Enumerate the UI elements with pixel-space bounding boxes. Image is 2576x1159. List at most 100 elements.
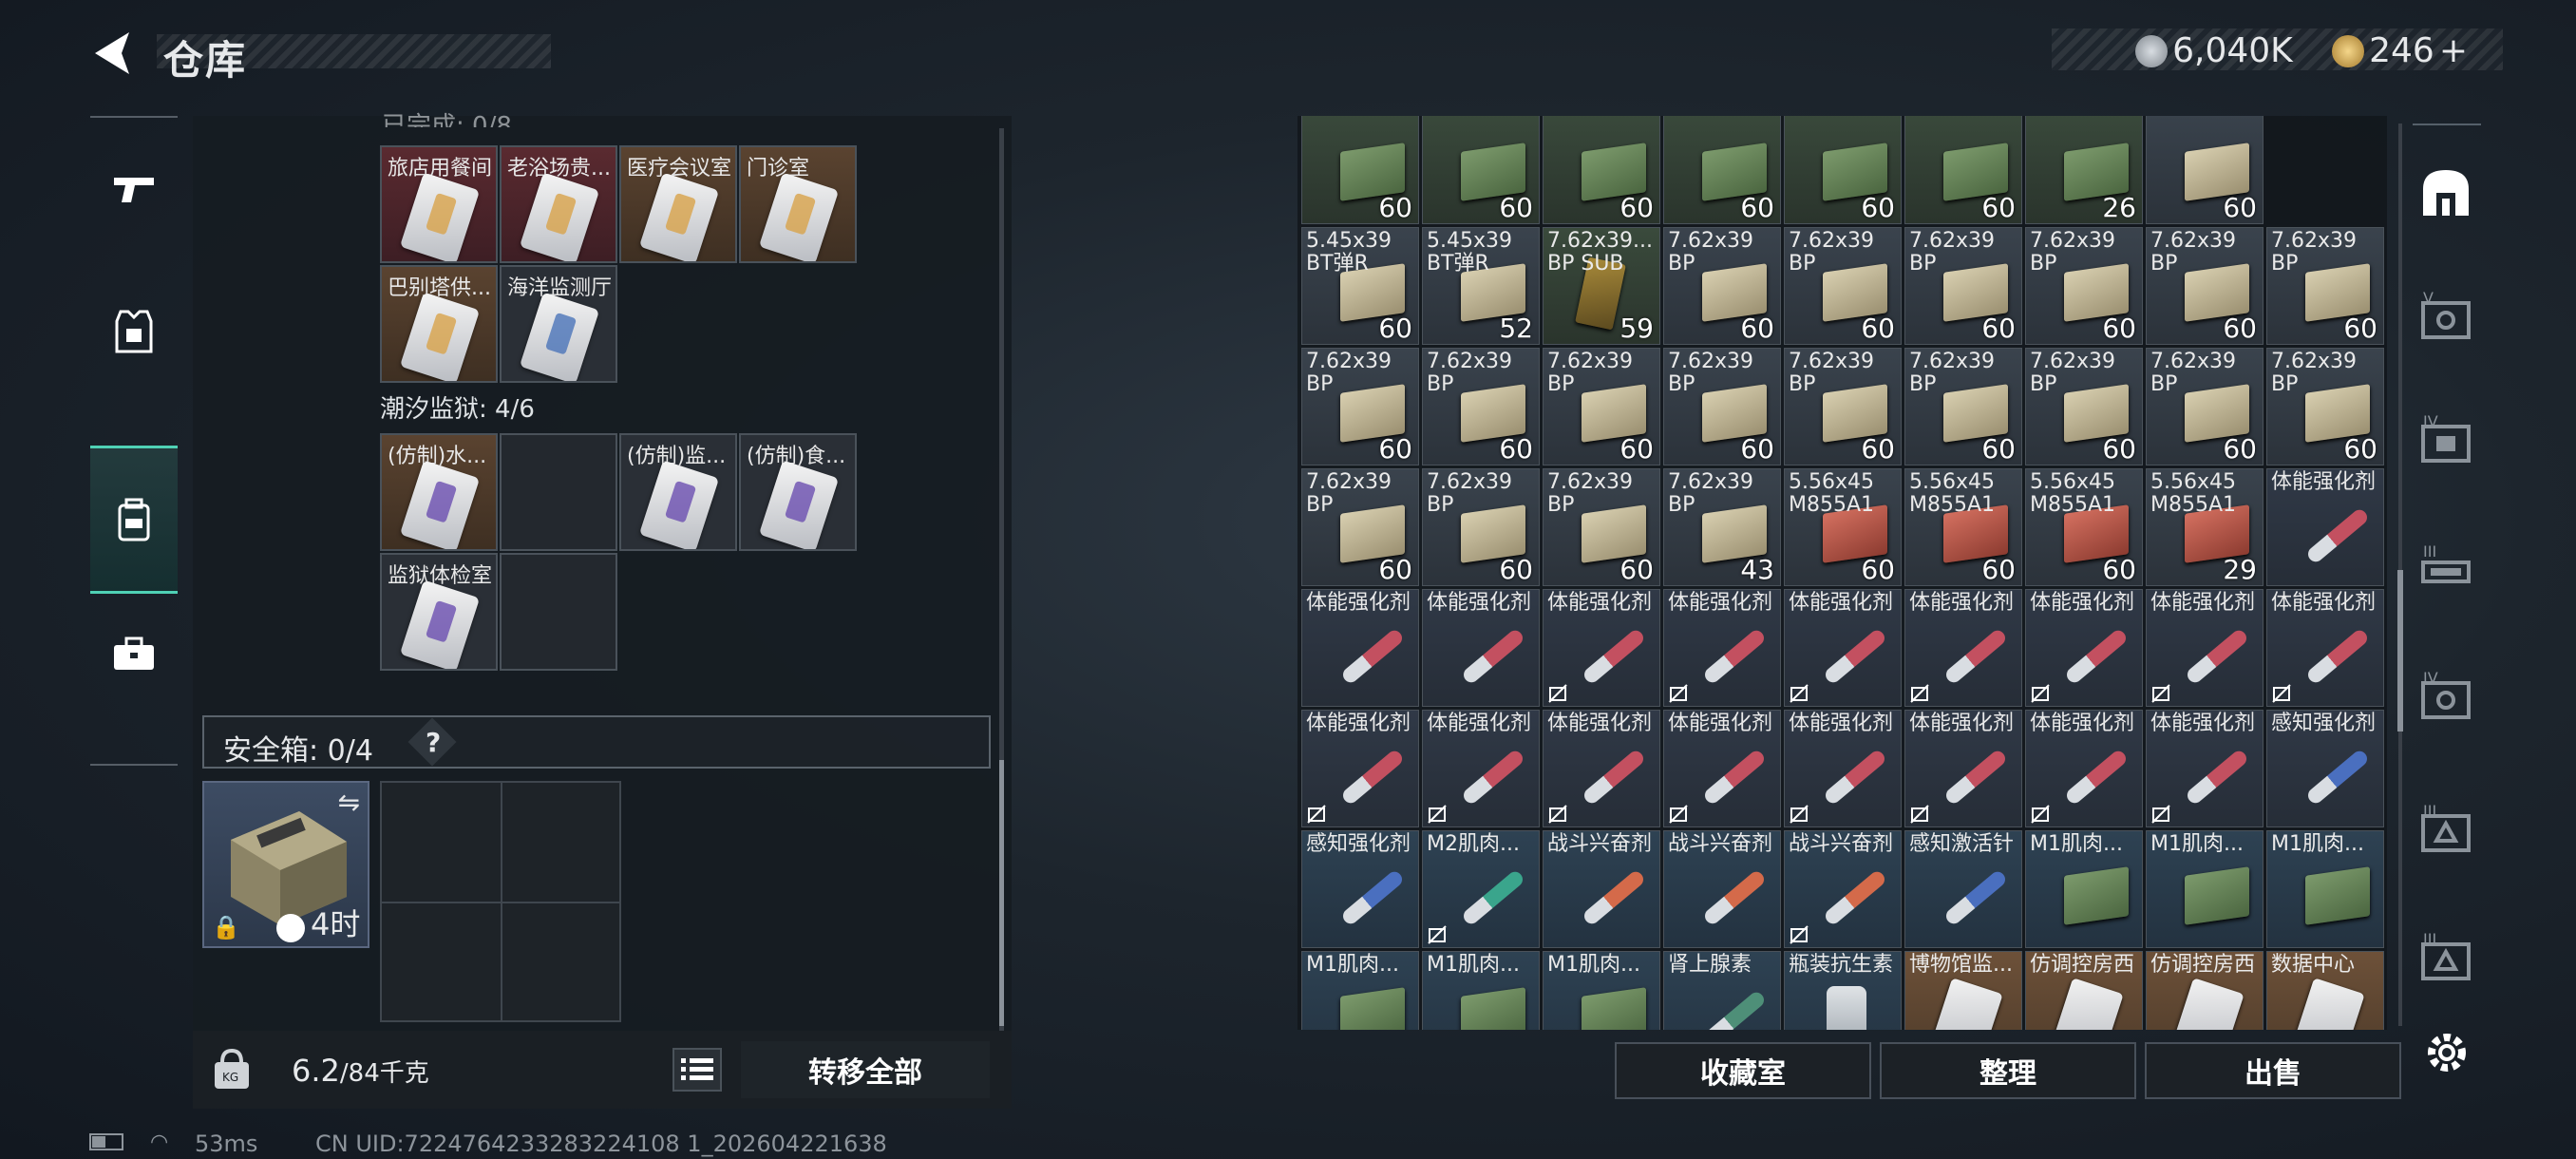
inventory-item[interactable]: M1肌肉... [2266,830,2384,948]
inventory-item[interactable]: 60 [1904,116,2022,224]
inventory-item[interactable]: 60 [1543,116,1660,224]
inventory-item[interactable]: 体能强化剂 [1784,589,1902,707]
inventory-item[interactable]: 7.62x39 BP 60 [1784,348,1902,466]
keycard-slot[interactable]: 医疗会议室 [619,145,737,263]
keycard-slot[interactable]: 旅店用餐间 [380,145,498,263]
inventory-item[interactable]: 7.62x39 BP 60 [2266,227,2384,345]
inventory-item[interactable]: 5.56x45 M855A1 60 [1904,468,2022,586]
inventory-item[interactable]: 战斗兴奋剂 [1784,830,1902,948]
nav-weapon-tab[interactable] [90,118,178,260]
sell-button[interactable]: 出售 [2145,1042,2401,1099]
keycard-slot[interactable]: 门诊室 [739,145,857,263]
inventory-item[interactable]: 7.62x39... BP SUB 59 [1543,227,1660,345]
nav-backpack-tab[interactable] [90,446,178,594]
inventory-item[interactable]: 60 [2146,116,2263,224]
swap-icon[interactable]: ⇋ [338,787,360,818]
inventory-item[interactable]: 7.62x39 BP 60 [1543,348,1660,466]
inventory-item[interactable]: 战斗兴奋剂 [1543,830,1660,948]
storage-tab-6[interactable]: III [2413,926,2479,993]
list-view-button[interactable] [672,1048,722,1092]
inventory-item[interactable]: 7.62x39 BP 60 [1301,348,1419,466]
inventory-item[interactable]: 60 [1663,116,1781,224]
inventory-item[interactable]: 感知激活针 [1904,830,2022,948]
inventory-item[interactable]: 60 [1301,116,1419,224]
inventory-item[interactable]: 战斗兴奋剂 [1663,830,1781,948]
inventory-item[interactable]: 5.56x45 M855A1 29 [2146,468,2263,586]
inventory-item[interactable]: 26 [2025,116,2143,224]
gold-currency[interactable]: 246 + [2332,31,2468,70]
nav-armor-tab[interactable] [90,260,178,403]
inventory-item[interactable]: 5.45x39 BT弹R 60 [1301,227,1419,345]
inventory-item[interactable]: M1肌肉... [2025,830,2143,948]
inventory-item[interactable]: 体能强化剂 [1301,710,1419,827]
inventory-item[interactable]: 博物馆监... [1904,951,2022,1030]
inventory-item[interactable]: 7.62x39 BP 43 [1663,468,1781,586]
keycard-slot[interactable]: 海洋监测厅 [500,265,617,383]
inventory-item[interactable]: 7.62x39 BP 60 [1663,227,1781,345]
inventory-item[interactable]: 5.45x39 BT弹R 52 [1422,227,1540,345]
keycard-slot[interactable]: 老浴场贵... [500,145,617,263]
inventory-item[interactable]: 7.62x39 BP 60 [2025,348,2143,466]
inventory-item[interactable]: 体能强化剂 [2025,589,2143,707]
storage-tab-3[interactable]: III [2413,537,2479,603]
inventory-item[interactable]: 7.62x39 BP 60 [1422,468,1540,586]
inventory-item[interactable]: 7.62x39 BP 60 [1663,348,1781,466]
inventory-item[interactable]: M2肌肉... [1422,830,1540,948]
inventory-item[interactable]: 体能强化剂 [1904,710,2022,827]
inventory-item[interactable]: 7.62x39 BP 60 [1784,227,1902,345]
inventory-item[interactable]: 7.62x39 BP 60 [2146,348,2263,466]
inventory-item[interactable]: 7.62x39 BP 60 [1301,468,1419,586]
transfer-all-button[interactable]: 转移全部 [741,1041,990,1098]
inventory-item[interactable]: 体能强化剂 [2266,589,2384,707]
inventory-item[interactable]: 体能强化剂 [2266,468,2384,586]
storage-tab-4[interactable]: IV [2413,665,2479,732]
inventory-item[interactable]: 体能强化剂 [1663,710,1781,827]
inventory-item[interactable]: 感知强化剂 [2266,710,2384,827]
inventory-item[interactable]: 7.62x39 BP 60 [1904,227,2022,345]
inventory-item[interactable]: 7.62x39 BP 60 [2146,227,2263,345]
inventory-item[interactable]: 仿调控房西 [2146,951,2263,1030]
inventory-item[interactable]: 7.62x39 BP 60 [1904,348,2022,466]
inventory-item[interactable]: 7.62x39 BP 60 [1422,348,1540,466]
keycard-slot[interactable]: (仿制)食... [739,433,857,551]
inventory-item[interactable]: 瓶装抗生素3/3 [1784,951,1902,1030]
inventory-item[interactable]: 数据中心 [2266,951,2384,1030]
inventory-item[interactable]: 体能强化剂 [1543,710,1660,827]
inventory-item[interactable]: 7.62x39 BP 60 [2025,227,2143,345]
inventory-item[interactable]: 体能强化剂 [1422,589,1540,707]
inventory-item[interactable]: 仿调控房西 [2025,951,2143,1030]
keycard-slot[interactable]: (仿制)水... [380,433,498,551]
storage-tab-5[interactable]: III [2413,798,2479,864]
silver-currency[interactable]: 6,040K [2135,31,2293,70]
keycard-slot[interactable]: 监狱体检室 [380,553,498,671]
back-button[interactable] [87,27,137,80]
inventory-item[interactable]: 肾上腺素 [1663,951,1781,1030]
inventory-item[interactable]: 感知强化剂 [1301,830,1419,948]
inventory-item[interactable]: 体能强化剂 [1301,589,1419,707]
safe-box-grid[interactable] [380,781,621,1022]
nav-case-tab[interactable] [90,583,178,726]
keycard-slot[interactable]: (仿制)监... [619,433,737,551]
left-scrollbar-thumb[interactable] [999,760,1004,1026]
inventory-item[interactable]: 5.56x45 M855A1 60 [2025,468,2143,586]
right-scrollbar-thumb[interactable] [2397,570,2403,732]
add-gold-button[interactable]: + [2439,31,2468,70]
empty-keycard-slot[interactable] [500,433,617,551]
storage-tab-2[interactable]: IV [2413,408,2479,475]
inventory-item[interactable]: M1肌肉... [1543,951,1660,1030]
inventory-item[interactable]: 体能强化剂 [1543,589,1660,707]
inventory-item[interactable]: 60 [1784,116,1902,224]
inventory-item[interactable]: 体能强化剂 [1784,710,1902,827]
warehouse-home-tab[interactable] [2413,160,2479,226]
inventory-item[interactable]: M1肌肉... [1301,951,1419,1030]
inventory-item[interactable]: 体能强化剂 [1663,589,1781,707]
inventory-item[interactable]: 7.62x39 BP 60 [1543,468,1660,586]
inventory-item[interactable]: M1肌肉... [1422,951,1540,1030]
inventory-item[interactable]: 60 [1422,116,1540,224]
safe-box-item[interactable]: ⇋ 🔒 4时 [202,781,369,948]
empty-keycard-slot[interactable] [500,553,617,671]
inventory-item[interactable]: 5.56x45 M855A1 60 [1784,468,1902,586]
help-icon[interactable]: ? [426,727,441,758]
inventory-item[interactable]: 7.62x39 BP 60 [2266,348,2384,466]
inventory-item[interactable]: 体能强化剂 [2146,710,2263,827]
